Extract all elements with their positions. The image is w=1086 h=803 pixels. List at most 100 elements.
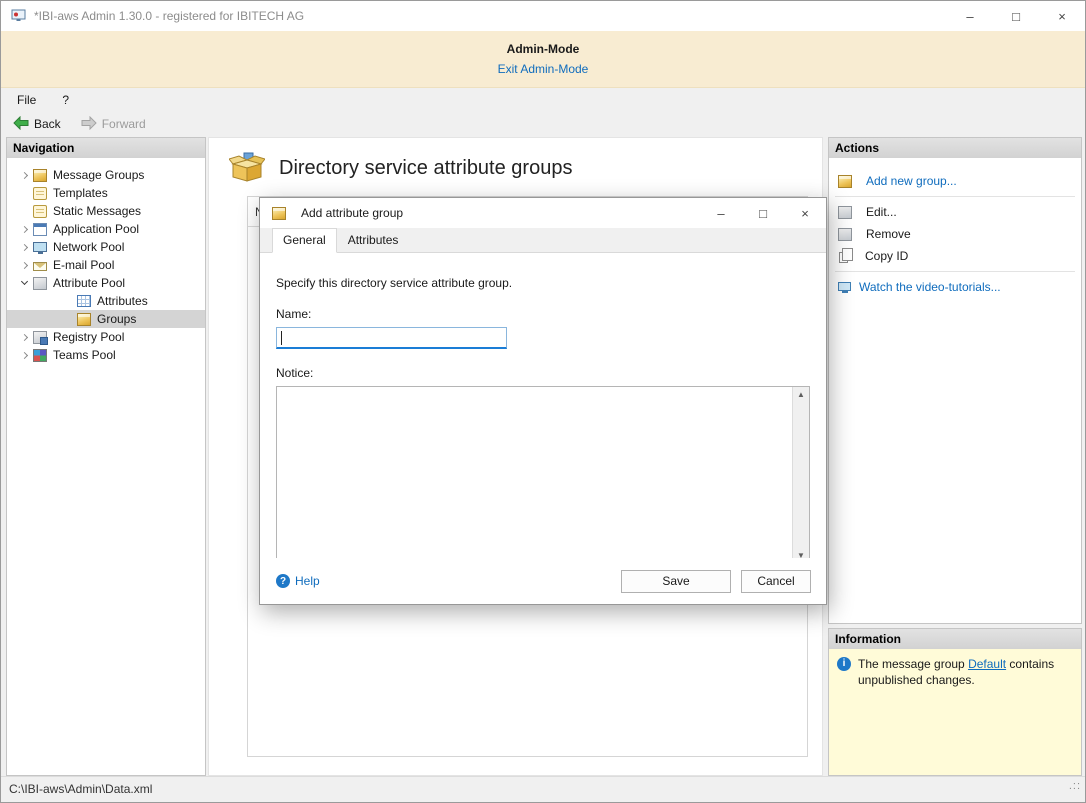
notice-textarea[interactable]: ▲ ▼ bbox=[276, 386, 810, 564]
chevron-right-icon[interactable] bbox=[20, 225, 27, 232]
cancel-button[interactable]: Cancel bbox=[741, 570, 811, 593]
chevron-down-icon[interactable] bbox=[20, 278, 27, 285]
chevron-right-icon[interactable] bbox=[20, 333, 27, 340]
add-new-group-action[interactable]: Add new group... bbox=[829, 170, 1081, 192]
dialog-maximize-button[interactable]: □ bbox=[742, 198, 784, 228]
navigation-panel: Navigation Message Groups Templates Stat… bbox=[6, 137, 206, 776]
forward-icon bbox=[81, 116, 97, 133]
copy-id-icon bbox=[839, 252, 848, 263]
email-pool-icon bbox=[33, 262, 47, 271]
actions-separator bbox=[835, 196, 1075, 197]
edit-action[interactable]: Edit... bbox=[829, 201, 1081, 223]
content-header: Directory service attribute groups bbox=[209, 138, 822, 185]
dialog-body: Specify this directory service attribute… bbox=[260, 254, 826, 558]
sidebar-item-email-pool[interactable]: E-mail Pool bbox=[7, 256, 205, 274]
attributes-icon bbox=[77, 295, 91, 307]
information-panel: Information i The message group Default … bbox=[828, 628, 1082, 776]
app-window: *IBI-aws Admin 1.30.0 - registered for I… bbox=[0, 0, 1086, 803]
menu-file[interactable]: File bbox=[17, 93, 36, 107]
dialog-close-button[interactable]: × bbox=[784, 198, 826, 228]
tab-general[interactable]: General bbox=[272, 228, 337, 253]
sidebar-item-registry-pool[interactable]: Registry Pool bbox=[7, 328, 205, 346]
sidebar-item-message-groups[interactable]: Message Groups bbox=[7, 166, 205, 184]
help-label: Help bbox=[295, 574, 320, 588]
sidebar-item-application-pool[interactable]: Application Pool bbox=[7, 220, 205, 238]
minimize-button[interactable]: – bbox=[947, 1, 993, 31]
dialog-title-bar: Add attribute group – □ × bbox=[260, 198, 826, 228]
chevron-right-icon[interactable] bbox=[20, 261, 27, 268]
dialog-window-controls: – □ × bbox=[700, 198, 826, 228]
dialog-minimize-button[interactable]: – bbox=[700, 198, 742, 228]
application-pool-icon bbox=[33, 223, 47, 236]
navigation-tree: Message Groups Templates Static Messages… bbox=[7, 158, 205, 364]
sidebar-item-templates[interactable]: Templates bbox=[7, 184, 205, 202]
sidebar-item-groups[interactable]: Groups bbox=[7, 310, 205, 328]
window-controls: – □ × bbox=[947, 1, 1085, 31]
exit-admin-mode-link[interactable]: Exit Admin-Mode bbox=[498, 62, 589, 76]
chevron-right-icon[interactable] bbox=[20, 243, 27, 250]
sidebar-item-attributes[interactable]: Attributes bbox=[7, 292, 205, 310]
add-group-icon bbox=[838, 175, 852, 188]
page-title: Directory service attribute groups bbox=[279, 157, 572, 180]
notice-scrollbar[interactable]: ▲ ▼ bbox=[792, 387, 809, 563]
sidebar-item-network-pool[interactable]: Network Pool bbox=[7, 238, 205, 256]
teams-pool-icon bbox=[33, 349, 47, 362]
tab-attributes[interactable]: Attributes bbox=[337, 228, 410, 253]
video-tutorials-action[interactable]: Watch the video-tutorials... bbox=[829, 276, 1081, 298]
information-message: The message group Default contains unpub… bbox=[858, 657, 1073, 775]
menu-bar: File ? bbox=[1, 89, 1085, 111]
back-icon bbox=[13, 116, 29, 133]
status-path: C:\IBI-aws\Admin\Data.xml bbox=[9, 782, 152, 796]
registry-pool-icon bbox=[33, 331, 47, 344]
scroll-up-icon[interactable]: ▲ bbox=[797, 390, 805, 399]
sidebar-item-attribute-pool[interactable]: Attribute Pool bbox=[7, 274, 205, 292]
notice-label: Notice: bbox=[276, 366, 810, 380]
help-icon: ? bbox=[276, 574, 290, 588]
title-bar: *IBI-aws Admin 1.30.0 - registered for I… bbox=[1, 1, 1085, 31]
maximize-button[interactable]: □ bbox=[993, 1, 1039, 31]
resize-grip-icon[interactable]: .:: bbox=[1069, 774, 1081, 799]
information-header: Information bbox=[829, 629, 1081, 649]
dialog-title: Add attribute group bbox=[301, 206, 403, 220]
groups-icon bbox=[77, 313, 91, 326]
attribute-pool-icon bbox=[33, 277, 47, 290]
navigation-header: Navigation bbox=[7, 138, 205, 158]
edit-icon bbox=[838, 206, 852, 219]
dialog-tab-strip: General Attributes bbox=[260, 228, 826, 253]
information-body: i The message group Default contains unp… bbox=[829, 649, 1081, 775]
admin-mode-banner: Admin-Mode Exit Admin-Mode bbox=[1, 31, 1085, 88]
copy-id-action[interactable]: Copy ID bbox=[829, 245, 1081, 267]
info-icon: i bbox=[837, 657, 851, 671]
dialog-description: Specify this directory service attribute… bbox=[276, 276, 810, 290]
help-link[interactable]: ? Help bbox=[276, 574, 320, 588]
actions-body: Add new group... Edit... Remove Copy ID … bbox=[829, 170, 1081, 635]
dialog-box-icon bbox=[272, 207, 286, 220]
name-input[interactable] bbox=[276, 327, 507, 349]
attribute-groups-box-icon bbox=[229, 152, 265, 185]
sidebar-item-static-messages[interactable]: Static Messages bbox=[7, 202, 205, 220]
remove-action[interactable]: Remove bbox=[829, 223, 1081, 245]
forward-button[interactable]: Forward bbox=[81, 116, 146, 133]
templates-icon bbox=[33, 187, 47, 200]
close-button[interactable]: × bbox=[1039, 1, 1085, 31]
admin-mode-title: Admin-Mode bbox=[1, 31, 1085, 56]
sidebar-item-teams-pool[interactable]: Teams Pool bbox=[7, 346, 205, 364]
video-tutorials-icon bbox=[838, 282, 851, 291]
window-title: *IBI-aws Admin 1.30.0 - registered for I… bbox=[34, 9, 304, 23]
actions-header: Actions bbox=[829, 138, 1081, 158]
actions-panel: Actions Add new group... Edit... Remove … bbox=[828, 137, 1082, 624]
forward-label: Forward bbox=[102, 117, 146, 131]
info-text-before: The message group bbox=[858, 657, 968, 671]
static-messages-icon bbox=[33, 205, 47, 218]
remove-icon bbox=[838, 228, 852, 241]
default-group-link[interactable]: Default bbox=[968, 657, 1006, 671]
actions-separator bbox=[835, 271, 1075, 272]
name-label: Name: bbox=[276, 307, 810, 321]
text-caret bbox=[281, 331, 282, 345]
chevron-right-icon[interactable] bbox=[20, 171, 27, 178]
chevron-right-icon[interactable] bbox=[20, 351, 27, 358]
menu-help[interactable]: ? bbox=[62, 93, 69, 107]
toolbar: Back Forward bbox=[1, 111, 1085, 137]
save-button[interactable]: Save bbox=[621, 570, 731, 593]
back-button[interactable]: Back bbox=[13, 116, 61, 133]
